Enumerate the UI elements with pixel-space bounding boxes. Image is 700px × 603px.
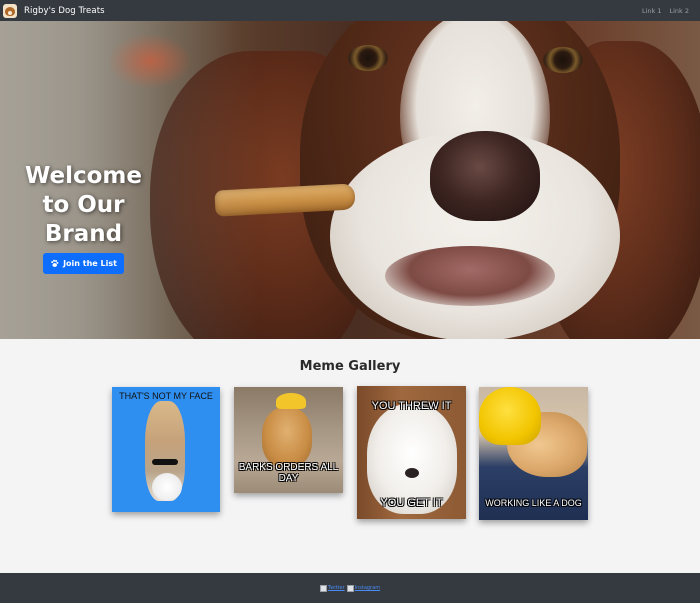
navbar: Rigby's Dog Treats Link 1 Link 2 — [0, 0, 700, 21]
broken-image-icon — [346, 584, 354, 592]
brand-name: Rigby's Dog Treats — [24, 5, 105, 16]
sunglasses-icon — [152, 459, 178, 465]
meme-card[interactable]: YOU THREW IT YOU GET IT — [357, 386, 466, 519]
join-list-button[interactable]: Join the List — [43, 253, 124, 274]
broken-image-icon — [319, 584, 327, 592]
twitter-alt-text: Twitter — [327, 585, 345, 591]
meme-caption: YOU GET IT — [380, 497, 443, 509]
dog-logo-icon — [3, 3, 17, 18]
meme-card[interactable]: WORKING LIKE A DOG — [479, 387, 588, 520]
instagram-link[interactable]: Instagram — [346, 584, 381, 592]
meme-caption: BARKS ORDERS ALL DAY — [238, 462, 339, 484]
hero-dog-eye — [543, 47, 583, 73]
meme-caption: THAT'S NOT MY FACE — [119, 391, 213, 401]
hero-dog-nose — [430, 131, 540, 221]
nav-links: Link 1 Link 2 — [634, 7, 689, 15]
join-list-label: Join the List — [63, 259, 117, 268]
meme-caption: YOU THREW IT — [371, 400, 452, 412]
footer: Twitter Instagram — [0, 573, 700, 603]
hero-text: Welcome to Our Brand Join the List — [10, 162, 157, 274]
twitter-link[interactable]: Twitter — [319, 584, 345, 592]
instagram-alt-text: Instagram — [354, 585, 381, 591]
brand-link[interactable]: Rigby's Dog Treats — [3, 3, 105, 18]
hard-hat-icon — [479, 387, 541, 445]
meme-caption: WORKING LIKE A DOG — [485, 498, 582, 508]
hero-banner: Welcome to Our Brand Join the List — [0, 21, 700, 339]
hard-hat-icon — [276, 393, 306, 409]
nav-link-1[interactable]: Link 1 — [642, 7, 662, 15]
meme-card[interactable]: THAT'S NOT MY FACE — [112, 387, 220, 512]
meme-card[interactable]: BARKS ORDERS ALL DAY — [234, 387, 343, 493]
hero-title: Welcome to Our Brand — [24, 163, 143, 247]
paw-icon — [51, 259, 59, 267]
hero-dog-eye — [348, 45, 388, 71]
nav-link-2[interactable]: Link 2 — [669, 7, 689, 15]
gallery-title: Meme Gallery — [299, 359, 401, 374]
